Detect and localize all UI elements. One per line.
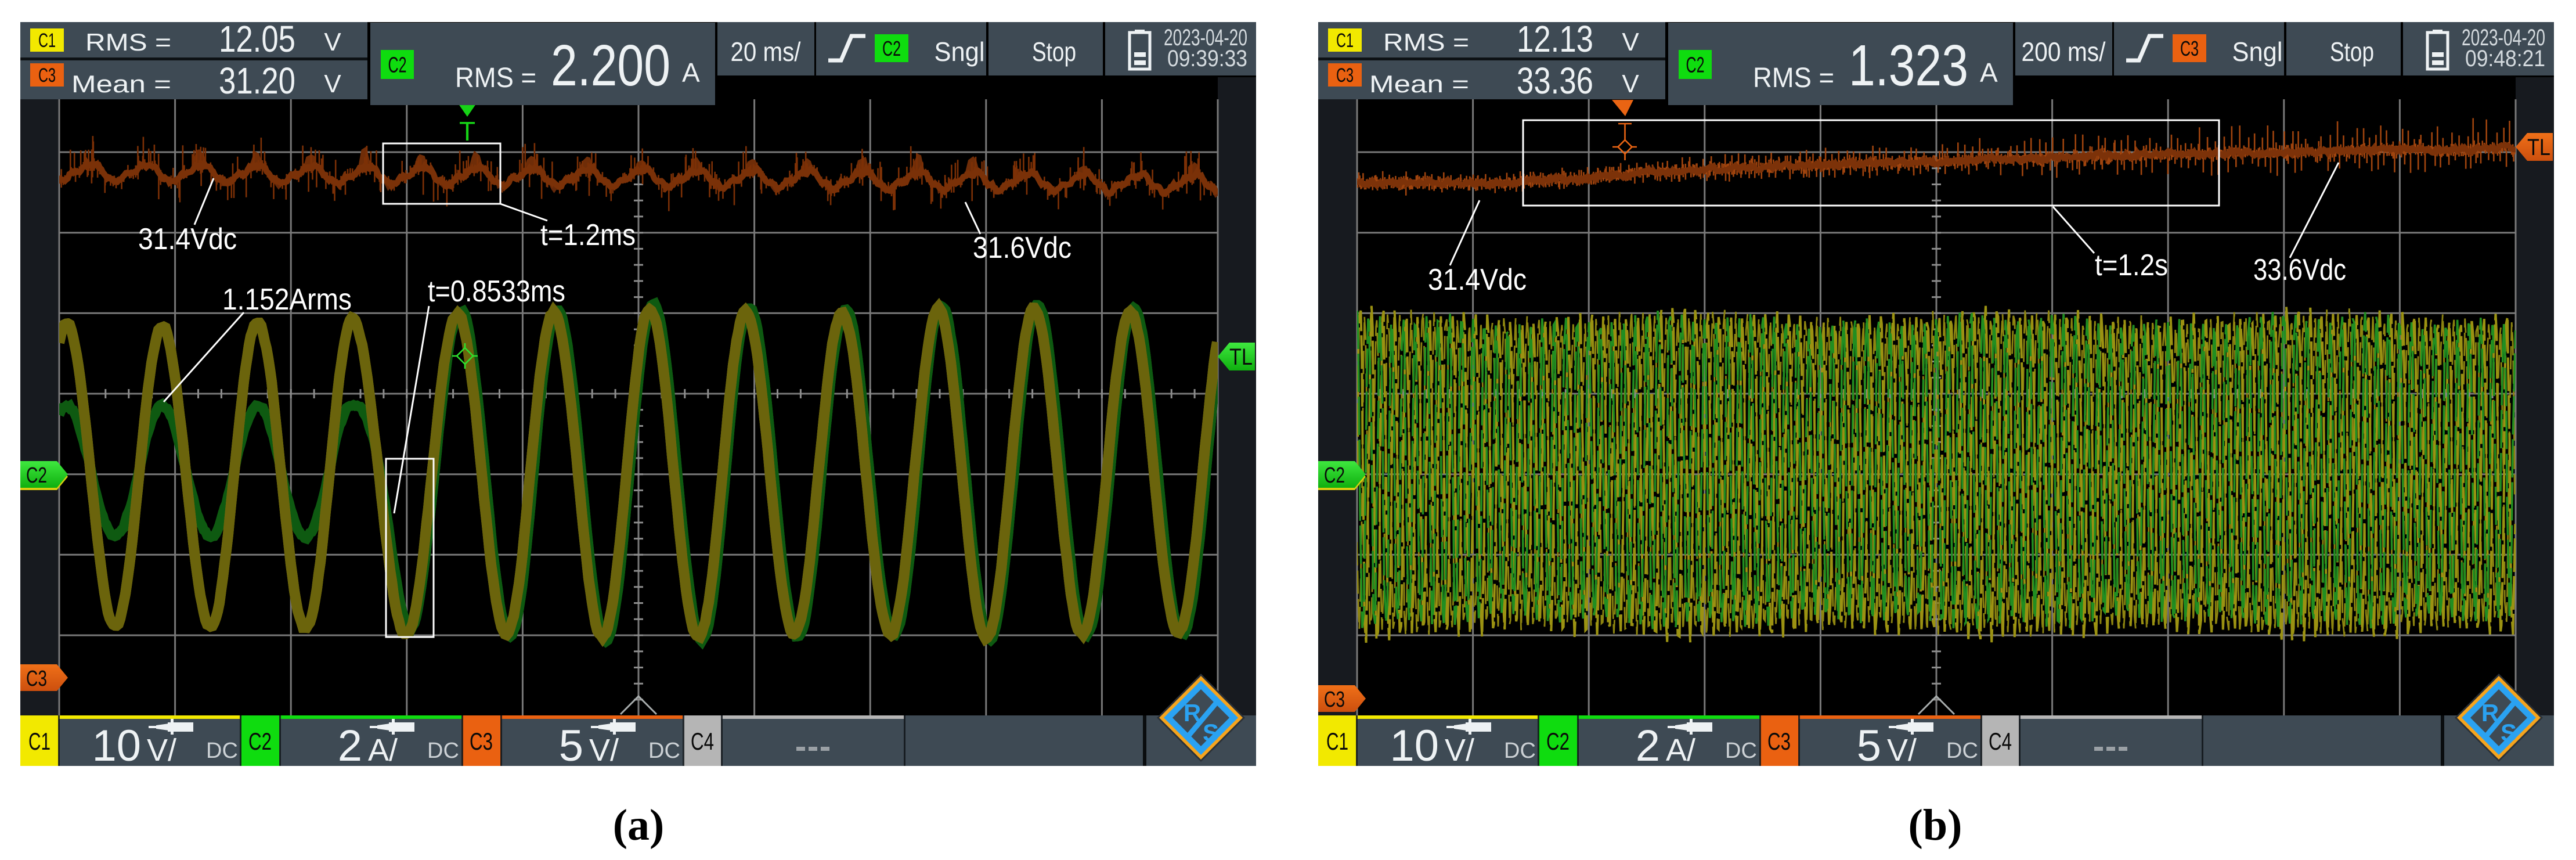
svg-text:C3: C3 — [26, 667, 47, 691]
svg-text:DC: DC — [1504, 739, 1536, 763]
svg-text:C1: C1 — [38, 30, 56, 52]
svg-text:t=1.2ms: t=1.2ms — [540, 218, 636, 252]
svg-text:V/: V/ — [1887, 733, 1917, 766]
svg-text:10: 10 — [1390, 721, 1439, 766]
svg-text:2: 2 — [338, 721, 362, 766]
svg-text:33.6Vdc: 33.6Vdc — [2253, 253, 2346, 287]
svg-text:09:39:33: 09:39:33 — [1167, 46, 1247, 71]
svg-text:V/: V/ — [147, 733, 176, 766]
svg-text:C2: C2 — [1324, 463, 1345, 488]
svg-text:1.152Arms: 1.152Arms — [222, 283, 352, 316]
svg-text:V: V — [1622, 28, 1639, 56]
svg-text:Sngl: Sngl — [2232, 37, 2283, 67]
svg-text:5: 5 — [559, 721, 583, 766]
svg-text:31.6Vdc: 31.6Vdc — [973, 231, 1071, 265]
svg-text:33.36: 33.36 — [1517, 60, 1593, 102]
svg-text:S: S — [2501, 719, 2517, 746]
svg-text:C3: C3 — [1336, 64, 1354, 87]
svg-text:DC: DC — [427, 739, 459, 763]
svg-text:C3: C3 — [2180, 37, 2199, 60]
svg-text:A: A — [1980, 57, 1998, 88]
svg-text:C2: C2 — [26, 463, 47, 488]
svg-text:31.4Vdc: 31.4Vdc — [1428, 263, 1527, 297]
svg-text:200 ms/: 200 ms/ — [2022, 37, 2106, 67]
svg-text:TL: TL — [1229, 344, 1253, 370]
svg-text:t=1.2s: t=1.2s — [2095, 249, 2168, 282]
svg-text:Stop: Stop — [2330, 37, 2374, 67]
svg-text:TL: TL — [2527, 135, 2550, 160]
svg-text:RMS =: RMS = — [455, 63, 536, 93]
svg-text:R: R — [1184, 699, 1201, 726]
svg-text:09:48:21: 09:48:21 — [2465, 46, 2545, 71]
svg-text:C3: C3 — [1324, 688, 1345, 712]
svg-text:V/: V/ — [589, 733, 619, 766]
svg-text:RMS =: RMS = — [85, 28, 171, 56]
svg-text:S: S — [1203, 719, 1219, 746]
svg-text:31.4Vdc: 31.4Vdc — [138, 222, 237, 256]
svg-text:C1: C1 — [1336, 30, 1354, 52]
svg-text:V/: V/ — [1445, 733, 1474, 766]
svg-text:1.323: 1.323 — [1849, 33, 1968, 98]
svg-text:DC: DC — [648, 739, 680, 763]
svg-text:12.13: 12.13 — [1517, 22, 1593, 60]
svg-text:A/: A/ — [1666, 733, 1695, 766]
svg-text:C3: C3 — [38, 64, 56, 87]
svg-text:C2: C2 — [882, 37, 901, 60]
svg-text:RMS =: RMS = — [1753, 63, 1834, 93]
svg-text:C3: C3 — [470, 728, 493, 755]
svg-text:C2: C2 — [248, 728, 272, 755]
svg-text:2: 2 — [1636, 721, 1660, 766]
svg-text:RMS =: RMS = — [1383, 28, 1469, 56]
svg-text:DC: DC — [206, 739, 238, 763]
svg-text:C2: C2 — [388, 53, 407, 78]
svg-text:Sngl: Sngl — [935, 37, 985, 67]
svg-text:31.20: 31.20 — [219, 60, 295, 102]
svg-text:DC: DC — [1725, 739, 1757, 763]
svg-text:20 ms/: 20 ms/ — [731, 37, 801, 67]
svg-text:A/: A/ — [368, 733, 398, 766]
svg-text:Mean =: Mean = — [71, 70, 171, 98]
svg-text:C3: C3 — [1767, 728, 1791, 755]
svg-text:T: T — [459, 116, 475, 146]
svg-text:DC: DC — [1946, 739, 1978, 763]
svg-text:Stop: Stop — [1032, 37, 1076, 67]
svg-text:C2: C2 — [1546, 728, 1570, 755]
svg-text:12.05: 12.05 — [219, 22, 295, 60]
svg-text:5: 5 — [1857, 721, 1881, 766]
svg-text:2.200: 2.200 — [551, 33, 670, 98]
svg-text:10: 10 — [92, 721, 141, 766]
svg-text:Mean =: Mean = — [1369, 70, 1469, 98]
svg-text:V: V — [1622, 70, 1639, 98]
svg-text:C1: C1 — [28, 728, 50, 755]
svg-text:t=0.8533ms: t=0.8533ms — [428, 275, 565, 308]
svg-text:C4: C4 — [1989, 728, 2012, 755]
svg-text:V: V — [324, 28, 341, 56]
svg-text:A: A — [682, 57, 700, 88]
svg-text:R: R — [2481, 699, 2499, 726]
svg-text:C1: C1 — [1326, 728, 1348, 755]
svg-text:V: V — [324, 70, 341, 98]
svg-text:C4: C4 — [691, 728, 714, 755]
svg-text:C2: C2 — [1686, 53, 1705, 78]
